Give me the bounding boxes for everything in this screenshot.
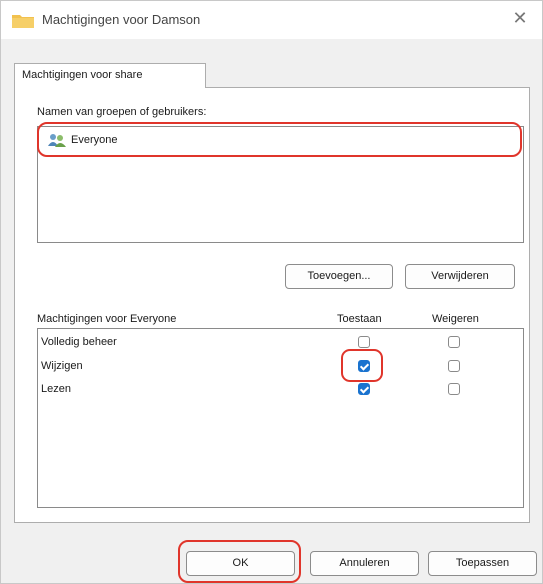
allow-column-header: Toestaan [337, 313, 382, 325]
allow-read-checkbox[interactable] [358, 383, 370, 395]
groups-label: Namen van groepen of gebruikers: [37, 106, 207, 118]
checkbox-highlight [341, 349, 383, 382]
close-icon[interactable]: ✕ [510, 8, 530, 28]
apply-button[interactable]: Toepassen [428, 551, 537, 576]
deny-full-control-checkbox[interactable] [448, 336, 460, 348]
add-button[interactable]: Toevoegen... [285, 264, 393, 289]
permissions-list [37, 328, 524, 508]
tab-share-permissions[interactable]: Machtigingen voor share [14, 63, 206, 88]
deny-modify-checkbox[interactable] [448, 360, 460, 372]
deny-read-checkbox[interactable] [448, 383, 460, 395]
window-title: Machtigingen voor Damson [42, 12, 201, 27]
permission-label-read: Lezen [41, 383, 71, 395]
allow-full-control-checkbox[interactable] [358, 336, 370, 348]
selection-highlight [37, 122, 522, 157]
folder-icon [12, 15, 34, 28]
remove-button[interactable]: Verwijderen [405, 264, 515, 289]
permission-label-modify: Wijzigen [41, 360, 83, 372]
cancel-button[interactable]: Annuleren [310, 551, 419, 576]
permission-label-full-control: Volledig beheer [41, 336, 117, 348]
permissions-header: Machtigingen voor Everyone [37, 313, 177, 325]
deny-column-header: Weigeren [432, 313, 479, 325]
ok-highlight [178, 540, 301, 583]
